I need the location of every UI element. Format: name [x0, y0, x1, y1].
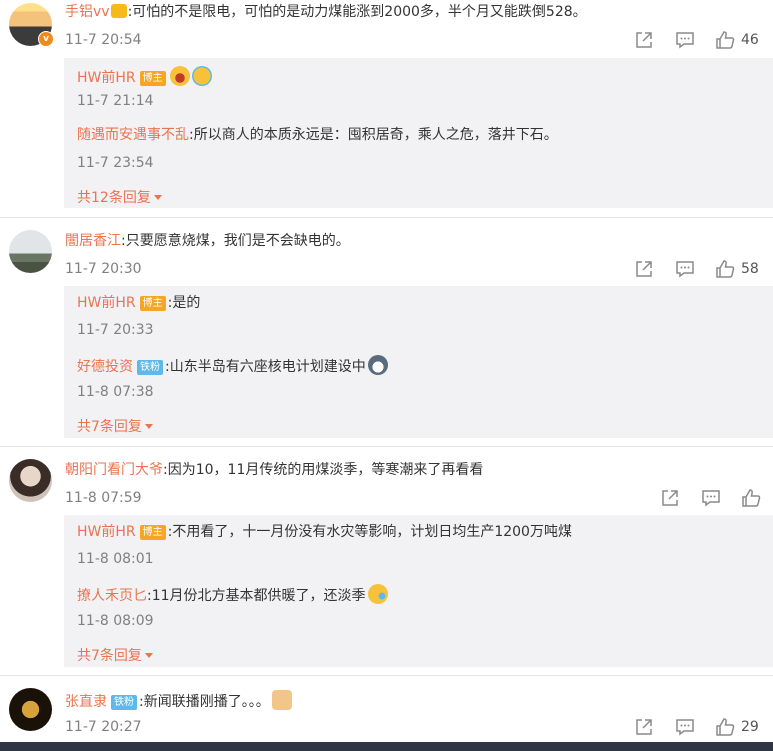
username-link[interactable]: 闇居香江	[65, 233, 121, 249]
host-badge: 博主	[139, 525, 166, 540]
comment-icon[interactable]	[675, 717, 695, 737]
username-link[interactable]: 手铝vv	[65, 4, 110, 20]
comment-body: :新闻联播刚播了。。。	[139, 694, 270, 710]
reply-text: HW前HR 博主:是的	[77, 294, 200, 312]
comment-icon[interactable]	[675, 259, 695, 279]
comment-body: :因为10，11月传统的用煤淡季，等寒潮来了再看看	[163, 462, 484, 478]
action-bar	[660, 488, 773, 508]
reply-body: :所以商人的本质永远是：囤积居奇，乘人之危，落井下石。	[189, 127, 558, 143]
timestamp: 11-7 21:14	[77, 93, 154, 109]
timestamp: 11-7 20:30	[65, 261, 142, 277]
timestamp: 11-8 08:01	[77, 551, 154, 567]
like-count: 46	[741, 32, 759, 48]
reply-list: HW前HR 博主:是的 11-7 20:33 好德投资 铁粉:山东半岛有六座核电计划…	[64, 286, 773, 438]
comment-icon[interactable]	[701, 488, 721, 508]
thumbs-up-icon[interactable]	[715, 30, 735, 50]
share-icon[interactable]	[634, 259, 654, 279]
caret-down-icon	[144, 653, 153, 658]
comment-thread: 朝阳门看门大爷:因为10，11月传统的用煤淡季，等寒潮来了再看看 11-8 07…	[0, 447, 773, 676]
more-replies-link[interactable]: 共7条回复	[77, 418, 153, 436]
reply-text: 好德投资 铁粉:山东半岛有六座核电计划建设中	[77, 355, 388, 376]
timestamp: 11-7 23:54	[77, 155, 154, 171]
avatar[interactable]	[9, 688, 52, 731]
action-bar: 46	[634, 30, 773, 50]
comment-thread: 张直隶 铁粉:新闻联播刚播了。。。 11-7 20:27 29	[0, 676, 773, 742]
reply-body: :是的	[167, 295, 201, 311]
reply-text: HW前HR 博主	[77, 66, 212, 87]
more-replies-link[interactable]: 共12条回复	[77, 189, 162, 207]
action-bar: 58	[634, 259, 773, 279]
caret-down-icon	[153, 195, 162, 200]
timestamp: 11-8 07:59	[65, 490, 142, 506]
share-icon[interactable]	[660, 488, 680, 508]
like-count: 58	[741, 261, 759, 277]
share-icon[interactable]	[634, 717, 654, 737]
caret-down-icon	[144, 424, 153, 429]
laughing-emoji-icon	[169, 66, 190, 86]
username-link[interactable]: 随遇而安遇事不乱	[77, 127, 189, 143]
reply-body: :山东半岛有六座核电计划建设中	[165, 359, 366, 375]
sweating-emoji-icon	[367, 584, 388, 604]
comment-body: :可怕的不是限电，可怕的是动力煤能涨到2000多，半个月又能跌倒528。	[127, 4, 587, 20]
more-replies-label: 共12条回复	[77, 190, 151, 206]
timestamp: 11-7 20:54	[65, 32, 142, 48]
more-replies-label: 共7条回复	[77, 648, 142, 664]
reply-text: 撩人禾页匕:11月份北方基本都供暖了，还淡季	[77, 584, 388, 605]
share-icon[interactable]	[634, 30, 654, 50]
like-count: 29	[741, 719, 759, 735]
username-link[interactable]: 好德投资	[77, 359, 133, 375]
comment-text: 手铝vv :可怕的不是限电，可怕的是动力煤能涨到2000多，半个月又能跌倒528。	[65, 3, 587, 21]
username-link[interactable]: HW前HR	[77, 70, 136, 86]
reply-list: HW前HR 博主:不用看了，十一月份没有水灾等影响，计划日均生产1200万吨煤 1…	[64, 515, 773, 667]
thumbs-up-icon[interactable]	[715, 259, 735, 279]
crying-laughing-emoji-icon	[191, 66, 212, 86]
thumbs-up-icon[interactable]	[715, 717, 735, 737]
username-link[interactable]: HW前HR	[77, 524, 136, 540]
reply-text: 随遇而安遇事不乱:所以商人的本质永远是：囤积居奇，乘人之危，落井下石。	[77, 126, 558, 144]
avatar[interactable]	[9, 230, 52, 273]
comment-text: 闇居香江:只要愿意烧煤，我们是不会缺电的。	[65, 232, 350, 250]
avatar[interactable]	[9, 459, 52, 502]
comment-text: 张直隶 铁粉:新闻联播刚播了。。。	[65, 690, 292, 711]
timestamp: 11-8 08:09	[77, 613, 154, 629]
host-badge: 博主	[139, 296, 166, 311]
username-link[interactable]: 张直隶	[65, 694, 107, 710]
more-replies-label: 共7条回复	[77, 419, 142, 435]
thumbs-up-emoji-icon	[271, 690, 292, 710]
more-replies-link[interactable]: 共7条回复	[77, 647, 153, 665]
fan-badge: 铁粉	[137, 360, 163, 375]
reply-list: HW前HR 博主 11-7 21:14 随遇而安遇事不乱:所以商人的本质永远是：囤…	[64, 58, 773, 208]
taskbar	[0, 742, 773, 751]
timestamp: 11-7 20:27	[65, 719, 142, 735]
comment-thread: v 手铝vv :可怕的不是限电，可怕的是动力煤能涨到2000多，半个月又能跌倒52…	[0, 0, 773, 218]
husky-emoji-icon	[367, 355, 388, 375]
comment-text: 朝阳门看门大爷:因为10，11月传统的用煤淡季，等寒潮来了再看看	[65, 461, 483, 479]
comment-thread: 闇居香江:只要愿意烧煤，我们是不会缺电的。 11-7 20:30 58 HW前H…	[0, 218, 773, 447]
reply-body: :11月份北方基本都供暖了，还淡季	[147, 588, 366, 604]
username-link[interactable]: 朝阳门看门大爷	[65, 462, 163, 478]
verified-badge-icon: v	[38, 31, 54, 47]
reply-text: HW前HR 博主:不用看了，十一月份没有水灾等影响，计划日均生产1200万吨煤	[77, 523, 572, 541]
username-link[interactable]: 撩人禾页匕	[77, 588, 147, 604]
fan-badge: 铁粉	[111, 695, 137, 710]
action-bar: 29	[634, 717, 773, 737]
comment-icon[interactable]	[675, 30, 695, 50]
timestamp: 11-8 07:38	[77, 384, 154, 400]
thumbs-up-icon[interactable]	[741, 488, 761, 508]
reply-body: :不用看了，十一月份没有水灾等影响，计划日均生产1200万吨煤	[167, 524, 572, 540]
host-badge: 博主	[139, 71, 166, 86]
username-link[interactable]: HW前HR	[77, 295, 136, 311]
crown-icon	[110, 4, 127, 18]
timestamp: 11-7 20:33	[77, 322, 154, 338]
comment-body: :只要愿意烧煤，我们是不会缺电的。	[121, 233, 350, 249]
